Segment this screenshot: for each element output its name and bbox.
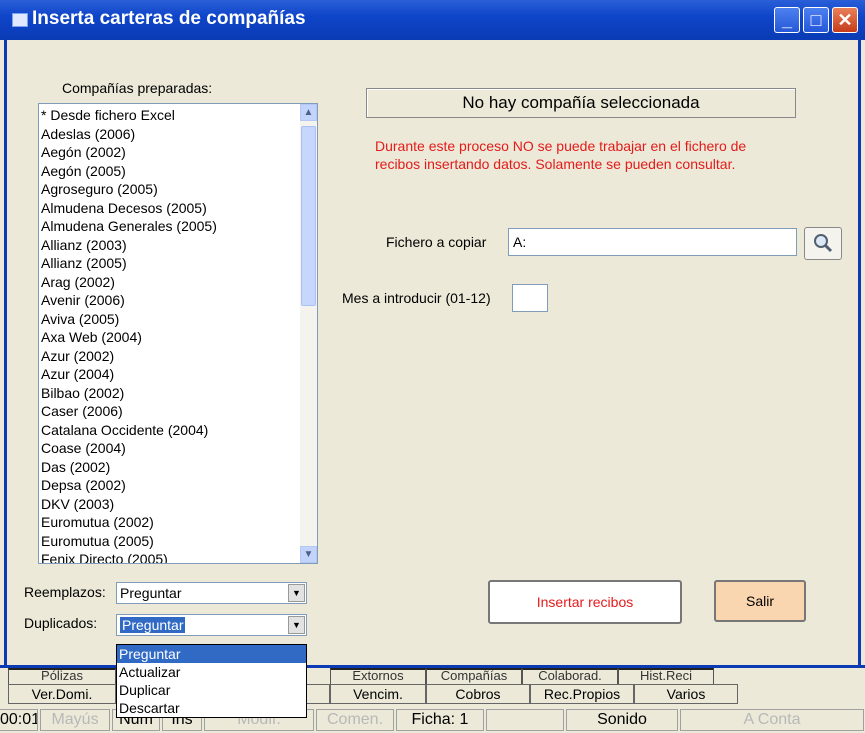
list-item[interactable]: Fenix Directo (2005) xyxy=(41,550,217,563)
list-item[interactable]: Almudena Generales (2005) xyxy=(41,217,217,236)
status-ficha: Ficha: 1 xyxy=(396,709,484,731)
list-item[interactable]: Das (2002) xyxy=(41,458,217,477)
list-scrollbar[interactable]: ▲ ▼ xyxy=(300,104,317,563)
vencim-button[interactable]: Vencim. xyxy=(330,684,426,704)
list-item[interactable]: Bilbao (2002) xyxy=(41,384,217,403)
search-icon xyxy=(814,234,833,253)
list-item[interactable]: Azur (2004) xyxy=(41,365,217,384)
duplicados-select[interactable]: Preguntar ▼ xyxy=(116,614,307,636)
list-item[interactable]: Aegón (2005) xyxy=(41,162,217,181)
status-blank xyxy=(486,709,564,731)
list-item[interactable]: * Desde fichero Excel xyxy=(41,106,217,125)
window-title: Inserta carteras de compañías xyxy=(32,8,306,29)
list-item[interactable]: Aviva (2005) xyxy=(41,310,217,329)
dropdown-option[interactable]: Preguntar xyxy=(117,645,306,663)
status-time: 00:01 xyxy=(0,709,38,731)
list-item[interactable]: Allianz (2003) xyxy=(41,236,217,255)
list-item[interactable]: Adeslas (2006) xyxy=(41,125,217,144)
list-item[interactable]: Caser (2006) xyxy=(41,402,217,421)
list-item[interactable]: Coase (2004) xyxy=(41,439,217,458)
dropdown-option[interactable]: Actualizar xyxy=(117,663,306,681)
fichero-label: Fichero a copiar xyxy=(386,234,487,250)
app-icon xyxy=(12,13,28,27)
warning-line-1: Durante este proceso NO se puede trabaja… xyxy=(375,138,747,154)
maximize-button[interactable]: □ xyxy=(803,7,829,33)
duplicados-dropdown-list[interactable]: Preguntar Actualizar Duplicar Descartar xyxy=(116,644,307,718)
minimize-icon: _ xyxy=(781,9,792,30)
companies-list-label: Compañías preparadas: xyxy=(62,80,213,96)
duplicados-label: Duplicados: xyxy=(24,615,98,631)
list-item[interactable]: Aegón (2002) xyxy=(41,143,217,162)
list-item[interactable]: Avenir (2006) xyxy=(41,291,217,310)
cobros-button[interactable]: Cobros xyxy=(426,684,530,704)
scroll-thumb[interactable] xyxy=(301,126,316,306)
maximize-icon: □ xyxy=(810,9,822,30)
selected-company-status: No hay compañía seleccionada xyxy=(366,88,796,118)
title-bar[interactable]: Inserta carteras de compañías _ □ ✕ xyxy=(0,0,865,40)
browse-button[interactable] xyxy=(804,227,842,260)
exit-button[interactable]: Salir xyxy=(714,580,806,622)
status-comen: Comen. xyxy=(316,709,394,731)
insert-receipts-button[interactable]: Insertar recibos xyxy=(488,580,682,624)
mes-input[interactable] xyxy=(512,284,548,312)
reemplazos-select[interactable]: Preguntar ▼ xyxy=(116,582,307,604)
close-button[interactable]: ✕ xyxy=(832,7,858,33)
dropdown-option[interactable]: Descartar xyxy=(117,699,306,717)
rec-propios-button[interactable]: Rec.Propios xyxy=(530,684,634,704)
list-item[interactable]: Axa Web (2004) xyxy=(41,328,217,347)
list-item[interactable]: Allianz (2005) xyxy=(41,254,217,273)
list-item[interactable]: Almudena Decesos (2005) xyxy=(41,199,217,218)
scroll-up-arrow-icon[interactable]: ▲ xyxy=(300,104,317,121)
varios-button[interactable]: Varios xyxy=(634,684,738,704)
list-item[interactable]: DKV (2003) xyxy=(41,495,217,514)
chevron-down-icon[interactable]: ▼ xyxy=(288,616,305,634)
fichero-input[interactable]: A: xyxy=(508,228,797,256)
warning-line-2: recibos insertando datos. Solamente se p… xyxy=(375,156,736,172)
list-item[interactable]: Depsa (2002) xyxy=(41,476,217,495)
mes-label: Mes a introducir (01-12) xyxy=(342,290,491,306)
companies-list: * Desde fichero Excel Adeslas (2006) Aegón… xyxy=(41,106,217,563)
list-item[interactable]: Catalana Occidente (2004) xyxy=(41,421,217,440)
chevron-down-icon[interactable]: ▼ xyxy=(288,584,305,602)
list-item[interactable]: Agroseguro (2005) xyxy=(41,180,217,199)
list-item[interactable]: Euromutua (2005) xyxy=(41,532,217,551)
warning-message: Durante este proceso NO se puede trabaja… xyxy=(375,137,795,173)
list-item[interactable]: Arag (2002) xyxy=(41,273,217,292)
status-sonido: Sonido xyxy=(566,709,678,731)
dropdown-option[interactable]: Duplicar xyxy=(117,681,306,699)
status-conta: A Conta xyxy=(680,709,864,731)
ver-domi-button[interactable]: Ver.Domi. xyxy=(8,684,116,704)
status-mayus: Mayús xyxy=(40,709,110,731)
companies-listbox[interactable]: * Desde fichero Excel Adeslas (2006) Aegón… xyxy=(38,103,318,564)
duplicados-value: Preguntar xyxy=(120,617,186,633)
list-item[interactable]: Azur (2002) xyxy=(41,347,217,366)
minimize-button[interactable]: _ xyxy=(774,7,800,33)
reemplazos-value: Preguntar xyxy=(120,585,182,601)
scroll-down-arrow-icon[interactable]: ▼ xyxy=(300,546,317,563)
reemplazos-label: Reemplazos: xyxy=(24,584,106,600)
close-icon: ✕ xyxy=(837,9,853,30)
list-item[interactable]: Euromutua (2002) xyxy=(41,513,217,532)
